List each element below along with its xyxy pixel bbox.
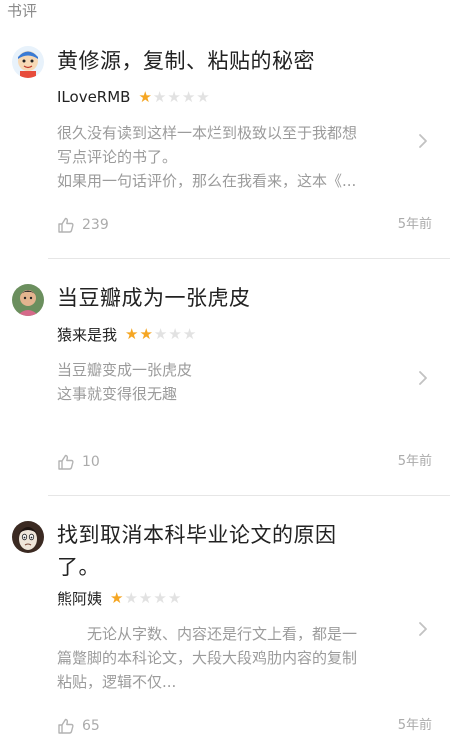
review-time: 5年前 [397,454,432,469]
thumbs-up-icon[interactable] [57,216,75,234]
star-filled-icon: ★ [125,324,139,343]
review-time: 5年前 [397,217,432,232]
review-footer: 65 [57,716,100,736]
like-count: 239 [82,217,109,233]
star-empty-icon: ★ [152,87,167,106]
thumbs-up-icon[interactable] [57,453,75,471]
review-footer: 239 [57,215,109,235]
review-author[interactable]: ILoveRMB [57,88,130,106]
star-rating: ★ ★ ★ ★ ★ [125,324,197,343]
star-rating: ★ ★ ★ ★ ★ [138,87,210,106]
review-title[interactable]: 当豆瓣成为一张虎皮 [57,282,387,314]
review-time: 5年前 [397,718,432,733]
like-count: 10 [82,454,100,470]
excerpt-line: 这事就变得很无趣 [57,385,178,403]
title-line: 了。 [57,555,100,579]
excerpt-line: 粘贴，逻辑不仅... [57,673,177,691]
star-empty-icon: ★ [167,87,181,106]
star-empty-icon: ★ [167,588,182,607]
star-filled-icon: ★ [139,324,153,343]
excerpt-line: 当豆瓣变成一张虎皮 [57,361,193,379]
excerpt-line: 篇蹩脚的本科论文，大段大段鸡肋内容的复制 [57,649,358,667]
excerpt-line: 很久没有读到这样一本烂到极致以至于我都想 [57,124,358,142]
star-empty-icon: ★ [181,87,196,106]
review-item[interactable]: 找到取消本科毕业论文的原因 了。 熊阿姨 ★ ★ ★ ★ ★ 无论从字数、内容还是行文上… [0,496,450,738]
star-empty-icon: ★ [153,588,167,607]
star-filled-icon: ★ [110,588,124,607]
thumbs-up-icon[interactable] [57,717,75,735]
avatar[interactable] [12,284,44,316]
star-filled-icon: ★ [138,87,152,106]
star-empty-icon: ★ [153,324,168,343]
star-empty-icon: ★ [124,588,138,607]
star-empty-icon: ★ [168,324,182,343]
avatar[interactable] [12,46,44,78]
star-rating: ★ ★ ★ ★ ★ [110,588,182,607]
chevron-right-icon[interactable] [414,369,432,387]
author-row: 猿来是我 ★ ★ ★ ★ ★ [57,323,197,345]
star-empty-icon: ★ [138,588,153,607]
star-empty-icon: ★ [182,324,197,343]
review-author[interactable]: 熊阿姨 [57,588,102,609]
chevron-right-icon[interactable] [414,132,432,150]
excerpt-line: 如果用一句话评价，那么在我看来，这本《... [57,172,357,190]
review-title[interactable]: 黄修源，复制、粘贴的秘密 [57,45,387,77]
review-item[interactable]: 黄修源，复制、粘贴的秘密 ILoveRMB ★ ★ ★ ★ ★ 很久没有读到这样一本烂到… [0,0,450,258]
title-line: 找到取消本科毕业论文的原因 [57,523,337,547]
review-title[interactable]: 找到取消本科毕业论文的原因 了。 [57,519,387,583]
review-excerpt[interactable]: 无论从字数、内容还是行文上看，都是一 篇蹩脚的本科论文，大段大段鸡肋内容的复制 … [57,622,392,694]
review-footer: 10 [57,452,100,472]
review-excerpt[interactable]: 当豆瓣变成一张虎皮 这事就变得很无趣 [57,358,392,406]
star-empty-icon: ★ [196,87,210,106]
excerpt-line: 写点评论的书了。 [57,148,178,166]
review-excerpt[interactable]: 很久没有读到这样一本烂到极致以至于我都想 写点评论的书了。 如果用一句话评价，那… [57,121,392,193]
chevron-right-icon[interactable] [414,620,432,638]
author-row: ILoveRMB ★ ★ ★ ★ ★ [57,86,211,108]
review-author[interactable]: 猿来是我 [57,324,117,345]
avatar[interactable] [12,521,44,553]
review-item[interactable]: 当豆瓣成为一张虎皮 猿来是我 ★ ★ ★ ★ ★ 当豆瓣变成一张虎皮 这事就变得很无趣 … [0,259,450,495]
excerpt-line: 无论从字数、内容还是行文上看，都是一 [57,625,358,643]
like-count: 65 [82,718,100,734]
author-row: 熊阿姨 ★ ★ ★ ★ ★ [57,587,182,609]
